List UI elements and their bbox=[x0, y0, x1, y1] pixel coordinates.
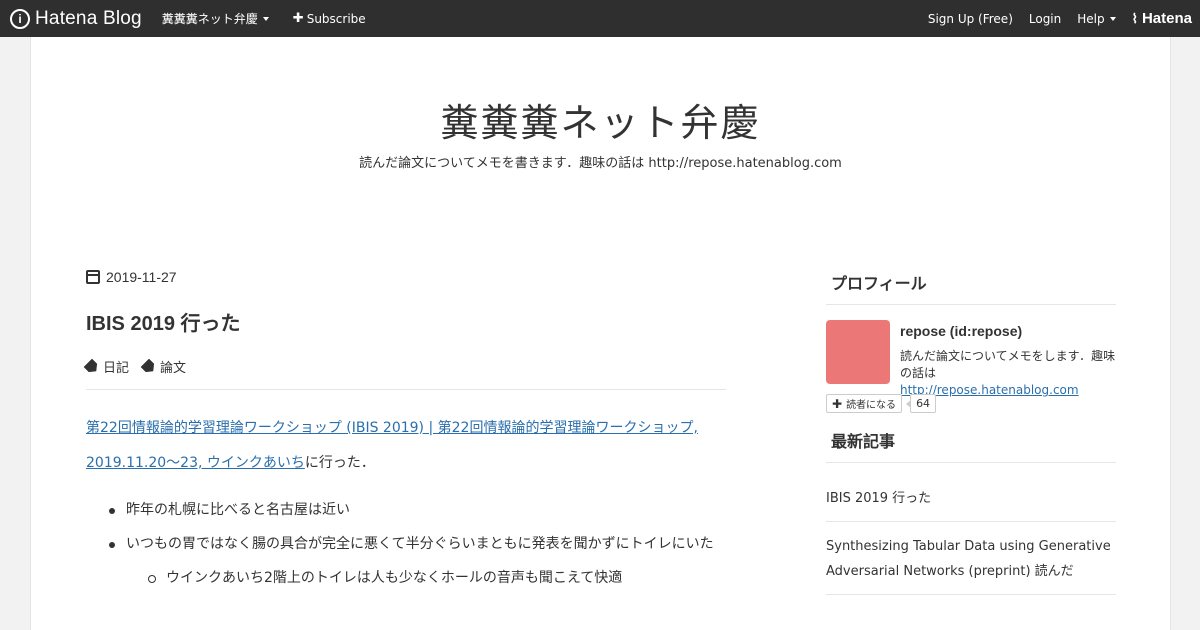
recent-list: IBIS 2019 行った Synthesizing Tabular Data … bbox=[826, 463, 1116, 595]
signup-link[interactable]: Sign Up (Free) bbox=[928, 0, 1013, 37]
category-label: 日記 bbox=[103, 361, 130, 376]
reader-button-label: 読者になる bbox=[846, 400, 897, 411]
avatar[interactable] bbox=[826, 320, 890, 384]
chevron-down-icon bbox=[1109, 16, 1116, 21]
hatena-brand-link[interactable]: ⌇ Hatena bbox=[1132, 10, 1192, 27]
date-text: 2019-11-27 bbox=[106, 269, 177, 285]
sidebar: プロフィール repose (id:repose) 読んだ論文についてメモをしま… bbox=[826, 262, 1116, 595]
profile-box: repose (id:repose) 読んだ論文についてメモをします．趣味の話は… bbox=[826, 305, 1116, 420]
blog-menu-label: 糞糞糞ネット弁慶 bbox=[161, 12, 258, 26]
hatena-brand-text: Hatena bbox=[1141, 10, 1192, 27]
hatena-mark-icon: ⌇ bbox=[1131, 10, 1138, 26]
blog-container: 糞糞糞ネット弁慶 読んだ論文についてメモを書きます．趣味の話は http://r… bbox=[30, 37, 1171, 630]
recent-link[interactable]: IBIS 2019 行った bbox=[826, 491, 931, 506]
blog-description: 読んだ論文についてメモを書きます．趣味の話は http://repose.hat… bbox=[359, 156, 842, 171]
category-label: 論文 bbox=[160, 361, 187, 376]
blog-menu-dropdown[interactable]: 糞糞糞ネット弁慶 bbox=[162, 0, 269, 37]
reader-row: ✚ 読者になる 64 bbox=[826, 394, 937, 413]
plus-icon: ✚ bbox=[292, 11, 304, 26]
profile-module: プロフィール repose (id:repose) 読んだ論文についてメモをしま… bbox=[826, 262, 1116, 420]
login-link[interactable]: Login bbox=[1029, 0, 1061, 37]
ibis-link[interactable]: 第22回情報論的学習理論ワークショップ (IBIS 2019) | 第22回情報… bbox=[86, 420, 698, 471]
help-label: Help bbox=[1077, 11, 1105, 26]
article-bullets: 昨年の札幌に比べると名古屋は近い いつもの胃ではなく腸の具合が完全に悪くて半分ぐ… bbox=[86, 493, 736, 595]
recent-entries-module: 最新記事 IBIS 2019 行った Synthesizing Tabular … bbox=[826, 420, 1116, 595]
profile-name[interactable]: repose (id:repose) bbox=[900, 323, 1022, 339]
recent-title: 最新記事 bbox=[826, 420, 1116, 463]
article-title[interactable]: IBIS 2019 行った bbox=[86, 307, 241, 336]
profile-title: プロフィール bbox=[826, 262, 1116, 305]
sub-list-item: ウインクあいち2階上のトイレは人も少なくホールの音声も聞こえて快適 bbox=[86, 561, 736, 595]
global-header: i Hatena Blog 糞糞糞ネット弁慶 ✚ Subscribe Sign … bbox=[0, 0, 1200, 37]
recent-item: Synthesizing Tabular Data using Generati… bbox=[826, 522, 1116, 595]
subscribe-button[interactable]: ✚ Subscribe bbox=[293, 0, 366, 37]
subscribe-reader-button[interactable]: ✚ 読者になる bbox=[826, 394, 903, 413]
calendar-icon bbox=[86, 270, 100, 284]
profile-desc-text: 読んだ論文についてメモをします．趣味の話は bbox=[900, 349, 1116, 380]
hatena-blog-logo[interactable]: i Hatena Blog bbox=[10, 0, 142, 37]
logo-text: Hatena Blog bbox=[35, 7, 142, 29]
plus-icon: ✚ bbox=[832, 396, 843, 411]
intro-text: に行った． bbox=[304, 455, 375, 471]
help-dropdown[interactable]: Help bbox=[1077, 0, 1116, 37]
category-link[interactable]: 日記 bbox=[86, 357, 129, 376]
blog-title[interactable]: 糞糞糞ネット弁慶 bbox=[31, 92, 1170, 147]
topbar-right-nav: Sign Up (Free) Login Help ⌇ Hatena bbox=[928, 0, 1200, 37]
tag-icon bbox=[84, 358, 101, 375]
category-link[interactable]: 論文 bbox=[143, 357, 186, 376]
recent-link[interactable]: Synthesizing Tabular Data using Generati… bbox=[826, 539, 1111, 579]
list-item: いつもの胃ではなく腸の具合が完全に悪くて半分ぐらいまともに発表を聞かずにトイレに… bbox=[86, 527, 736, 561]
category-list: 日記 論文 bbox=[86, 357, 186, 376]
article-date[interactable]: 2019-11-27 bbox=[86, 269, 177, 285]
chevron-down-icon bbox=[262, 16, 269, 21]
hatena-logo-icon: i bbox=[10, 8, 30, 29]
reader-count[interactable]: 64 bbox=[906, 394, 937, 413]
list-item: 昨年の札幌に比べると名古屋は近い bbox=[86, 493, 736, 527]
tag-icon bbox=[141, 358, 158, 375]
recent-item: IBIS 2019 行った bbox=[826, 463, 1116, 522]
profile-description: 読んだ論文についてメモをします．趣味の話は http://repose.hate… bbox=[900, 348, 1118, 399]
article-intro: 第22回情報論的学習理論ワークショップ (IBIS 2019) | 第22回情報… bbox=[86, 411, 731, 481]
divider bbox=[86, 389, 726, 390]
subscribe-label: Subscribe bbox=[306, 11, 366, 26]
